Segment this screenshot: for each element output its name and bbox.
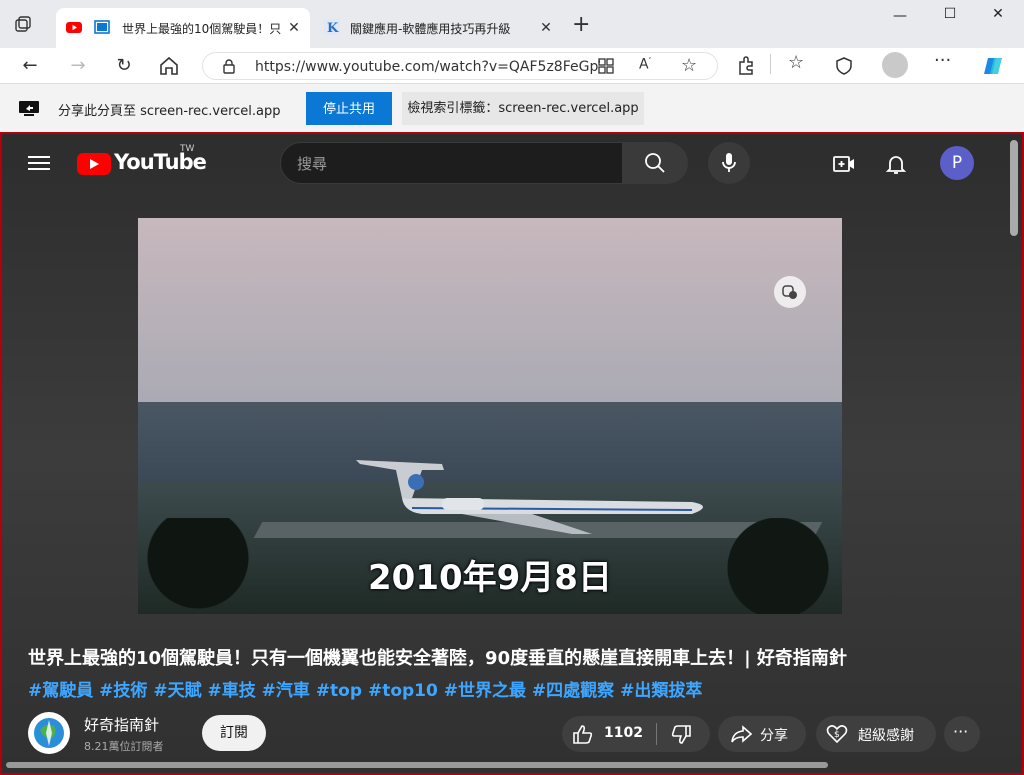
app-available-icon[interactable] [597, 57, 615, 75]
lock-icon [223, 59, 235, 74]
dislike-button[interactable] [658, 716, 710, 752]
tab-close-icon[interactable]: ✕ [284, 18, 304, 38]
page-content: YouTube TW P [0, 132, 1024, 775]
tab-keyapps[interactable]: K 關鍵應用-軟體應用技巧再升級 ✕ [316, 8, 562, 48]
account-avatar[interactable]: P [940, 146, 974, 180]
copilot-icon[interactable] [982, 54, 1006, 78]
subscribe-button[interactable]: 訂閱 [202, 715, 266, 751]
refresh-icon[interactable]: ↻ [112, 54, 136, 78]
tab-title: 關鍵應用-軟體應用技巧再升級 [350, 22, 511, 36]
tab-youtube[interactable]: 世界上最強的10個駕駛員！只 ✕ [56, 8, 310, 48]
like-count: 1102 [604, 725, 643, 741]
thumbs-down-icon [671, 725, 691, 744]
microphone-icon [722, 153, 736, 172]
tab-strip: 世界上最強的10個駕駛員！只 ✕ K 關鍵應用-軟體應用技巧再升級 ✕ + — … [0, 0, 1024, 48]
more-actions-button[interactable]: ··· [944, 716, 980, 752]
view-shared-tab-button[interactable]: 檢視索引標籤：screen-rec.vercel.app [402, 92, 644, 125]
video-sky [138, 218, 842, 414]
search-icon [645, 153, 665, 173]
video-caption: 2010年9月8日 [368, 558, 612, 598]
favorite-star-icon[interactable]: ☆ [681, 55, 701, 76]
toolbar-divider [770, 54, 772, 74]
vertical-scrollbar[interactable] [1010, 140, 1018, 236]
more-horiz-icon: ··· [953, 722, 969, 741]
youtube-logo-icon[interactable] [77, 151, 111, 175]
share-message: 分享此分頁至 screen-rec.vercel.app [58, 104, 281, 119]
notifications-bell-icon[interactable] [884, 152, 908, 176]
video-hashtags[interactable]: #駕駛員 #技術 #天賦 #車技 #汽車 #top #top10 #世界之最 #… [28, 676, 702, 701]
browser-essentials-icon[interactable] [834, 56, 854, 76]
video-title: 世界上最強的10個駕駛員！只有一個機翼也能安全著陸，90度垂直的懸崖直接開車上去… [28, 648, 847, 669]
read-aloud-icon[interactable]: Aʼ [639, 56, 659, 76]
horizontal-scrollbar[interactable] [6, 762, 828, 768]
hamburger-menu-icon[interactable] [28, 154, 50, 172]
like-divider [656, 723, 657, 745]
address-bar[interactable]: https://www.youtube.com/watch?v=QAF5z8Fe… [202, 52, 718, 80]
more-options-icon[interactable]: ··· [934, 50, 954, 71]
like-dislike-group: 1102 [562, 716, 710, 752]
channel-avatar[interactable] [28, 712, 70, 754]
screen-share-icon [94, 20, 110, 34]
share-button[interactable]: 分享 [718, 716, 806, 752]
address-toolbar: ← → ↻ https://www.youtube.com/watch?v=QA… [0, 48, 1024, 84]
super-thanks-label: 超級感謝 [858, 728, 914, 744]
k-favicon-icon: K [324, 19, 340, 35]
minimize-icon[interactable]: — [890, 8, 910, 28]
stop-sharing-button[interactable]: 停止共用 [306, 92, 392, 125]
channel-name[interactable]: 好奇指南針 [84, 714, 159, 735]
super-thanks-button[interactable]: $ 超級感謝 [816, 716, 936, 752]
create-video-icon[interactable] [832, 152, 856, 176]
super-thanks-icon: $ [826, 725, 848, 744]
svg-text:$: $ [834, 730, 840, 740]
profile-icon[interactable] [882, 52, 908, 78]
close-window-icon[interactable]: ✕ [988, 6, 1008, 26]
like-button[interactable]: 1102 [562, 716, 656, 752]
thumbs-up-icon [573, 725, 593, 744]
voice-search-button[interactable] [708, 142, 750, 184]
search-input[interactable] [297, 153, 597, 175]
share-label: 分享 [760, 728, 788, 744]
cards-icon [782, 285, 797, 299]
tab-title: 世界上最強的10個駕駛員！只 [122, 22, 282, 36]
share-arrow-icon [731, 725, 752, 743]
extensions-icon[interactable] [736, 56, 756, 76]
video-overlay-button[interactable] [774, 276, 806, 308]
url-text: https://www.youtube.com/watch?v=QAF5z8Fe… [255, 59, 600, 75]
new-tab-icon[interactable]: + [572, 14, 590, 36]
home-icon[interactable] [158, 56, 180, 76]
youtube-favicon-icon [66, 22, 82, 33]
screen-share-icon [19, 101, 39, 116]
svg-text:K: K [327, 21, 339, 35]
search-box [280, 142, 624, 184]
subscriber-count: 8.21萬位訂閱者 [84, 740, 164, 753]
back-icon[interactable]: ← [18, 54, 42, 78]
tab-actions-icon[interactable] [12, 14, 34, 36]
favorites-icon[interactable]: ☆ [788, 52, 808, 73]
region-code: TW [180, 144, 195, 154]
tab-close-icon[interactable]: ✕ [536, 18, 556, 38]
maximize-icon[interactable]: ☐ [940, 6, 960, 26]
video-player[interactable]: 2010年9月8日 [138, 218, 842, 614]
forward-icon[interactable]: → [66, 54, 90, 78]
compass-logo-icon [29, 713, 69, 753]
search-button[interactable] [622, 142, 688, 184]
